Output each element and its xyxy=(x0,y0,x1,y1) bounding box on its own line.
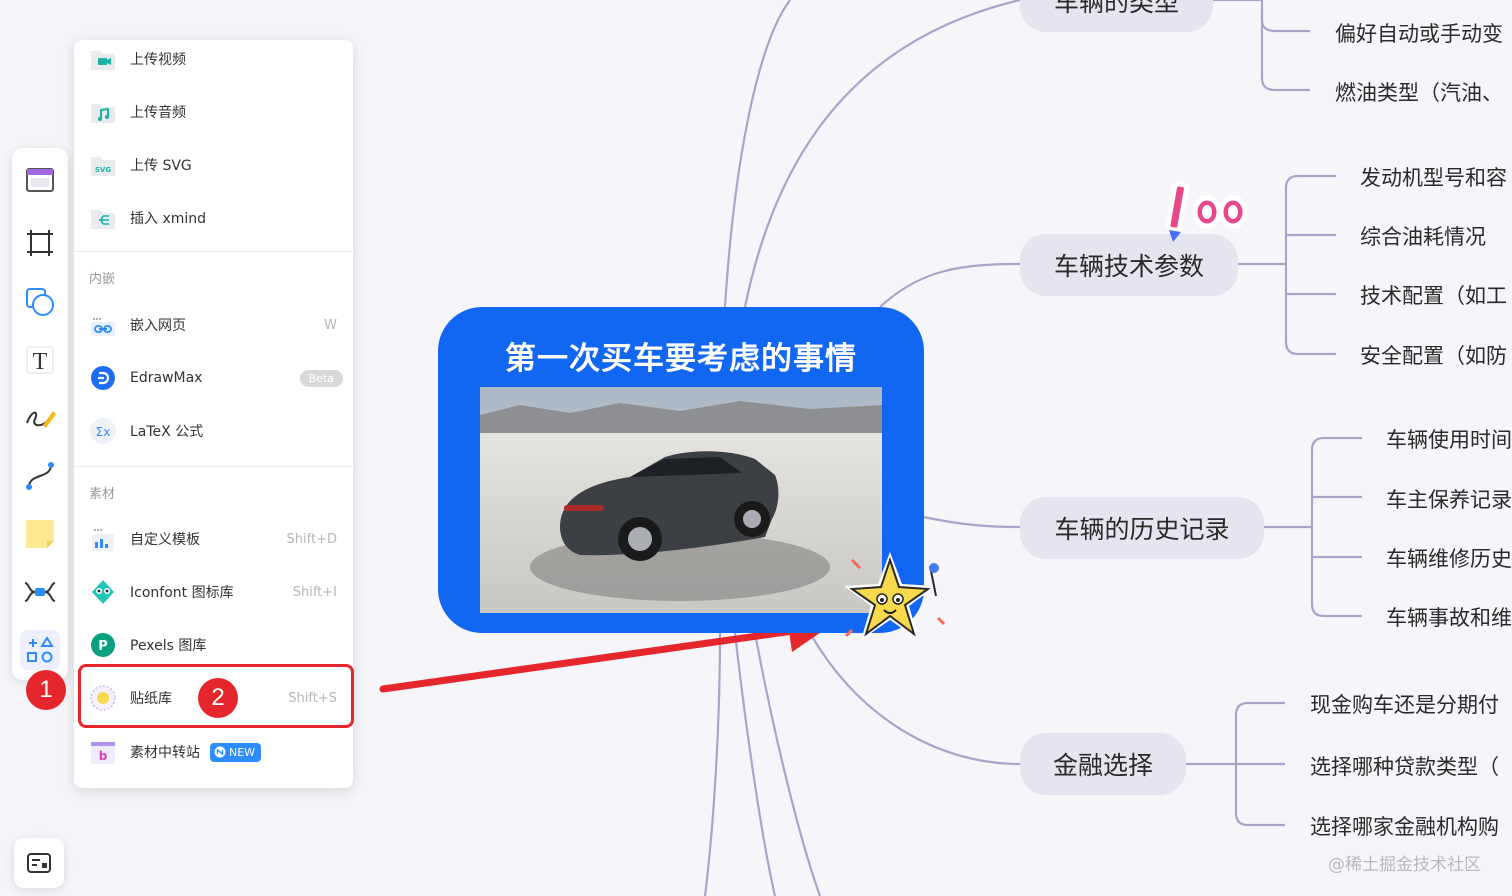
latex-icon-text: Σx xyxy=(96,425,111,439)
upload-svg-icon: SVG xyxy=(88,150,118,180)
topic-label: 金融选择 xyxy=(1052,751,1153,780)
template-icon xyxy=(88,524,118,554)
bottom-panel-button[interactable] xyxy=(14,838,64,888)
car-photo xyxy=(480,387,882,613)
subtopic[interactable]: 车主保养记录 xyxy=(1386,484,1512,514)
step-1-badge: 1 xyxy=(26,670,66,710)
menu-item-shortcut: W xyxy=(324,317,337,333)
subtopic[interactable]: 现金购车还是分期付 xyxy=(1310,689,1499,719)
menu-item-latex[interactable]: Σx LaTeX 公式 xyxy=(82,408,345,454)
step-2-badge: 2 xyxy=(198,678,238,718)
sticker-100-pencil[interactable] xyxy=(1163,178,1249,244)
menu-item-upload-audio[interactable]: 上传音频 xyxy=(82,89,345,135)
subtopic[interactable]: 车辆使用时间 xyxy=(1386,424,1512,454)
left-toolbar: T xyxy=(12,148,68,680)
sticky-note-icon[interactable] xyxy=(20,514,60,554)
menu-item-label: 插入 xmind xyxy=(130,211,207,227)
map-panel-icon xyxy=(27,853,51,873)
menu-item-label: 上传音频 xyxy=(130,105,186,121)
subtopic[interactable]: 安全配置（如防 xyxy=(1360,340,1507,370)
crop-frame-icon[interactable] xyxy=(20,223,60,263)
topic-label: 车辆的类型 xyxy=(1053,0,1179,17)
menu-item-label: Iconfont 图标库 xyxy=(130,585,234,601)
more-widgets-icon[interactable] xyxy=(20,630,60,670)
beta-badge: Beta xyxy=(299,369,343,387)
subtopic[interactable]: 燃油类型（汽油、 xyxy=(1335,77,1503,107)
menu-item-label: 上传视频 xyxy=(130,52,186,68)
text-icon[interactable]: T xyxy=(20,340,60,380)
menu-item-label: LaTeX 公式 xyxy=(130,424,204,440)
link-icon xyxy=(88,310,118,340)
material-transfer-icon: b xyxy=(88,737,118,767)
transfer-icon-text: b xyxy=(99,749,108,763)
frame-icon[interactable] xyxy=(20,160,60,200)
menu-item-custom-template[interactable]: 自定义模板 Shift+D xyxy=(82,516,345,562)
upload-video-icon xyxy=(88,44,118,74)
menu-separator xyxy=(74,466,353,467)
subtopic[interactable]: 选择哪家金融机构购 xyxy=(1310,811,1499,841)
central-topic-title: 第一次买车要考虑的事情 xyxy=(505,341,857,377)
subtopic[interactable]: 选择哪种贷款类型（ xyxy=(1310,751,1499,781)
subtopic[interactable]: 综合油耗情况 xyxy=(1360,221,1486,251)
menu-section-embed: 内嵌 xyxy=(89,272,116,287)
connector-icon[interactable] xyxy=(20,456,60,496)
subtopic[interactable]: 车辆事故和维 xyxy=(1386,602,1512,632)
topic-history-record[interactable]: 车辆的历史记录 xyxy=(1020,497,1264,559)
menu-item-label: 上传 SVG xyxy=(130,158,192,174)
menu-item-label: 素材中转站 xyxy=(130,745,200,761)
topic-label: 车辆的历史记录 xyxy=(1054,515,1230,544)
svg-icon-text: SVG xyxy=(95,166,111,174)
subtopic[interactable]: 偏好自动或手动变 xyxy=(1335,18,1503,48)
edrawmax-icon xyxy=(88,363,118,393)
subtopic[interactable]: 技术配置（如工 xyxy=(1360,280,1507,310)
pexels-icon-text: P xyxy=(98,639,108,654)
menu-item-material-transfer[interactable]: b 素材中转站 NEW xyxy=(82,729,345,775)
mindmap-icon[interactable] xyxy=(20,572,60,612)
topic-label: 车辆技术参数 xyxy=(1053,252,1204,281)
menu-item-label: Pexels 图库 xyxy=(130,638,207,654)
new-badge: NEW xyxy=(210,742,262,762)
menu-item-iconfont[interactable]: Iconfont 图标库 Shift+I xyxy=(82,569,345,615)
topic-vehicle-type[interactable]: 车辆的类型 xyxy=(1020,0,1213,32)
menu-item-label: EdrawMax xyxy=(130,370,203,386)
shape-icon[interactable] xyxy=(20,282,60,322)
upload-audio-icon xyxy=(88,97,118,127)
iconfont-icon xyxy=(88,577,118,607)
pen-icon[interactable] xyxy=(20,398,60,438)
insert-xmind-icon xyxy=(88,203,118,233)
pexels-icon: P xyxy=(88,630,118,660)
sticker-star-mascot[interactable] xyxy=(838,546,948,654)
menu-separator xyxy=(74,251,353,252)
watermark: @稀土掘金技术社区 xyxy=(1328,855,1481,875)
topic-finance-options[interactable]: 金融选择 xyxy=(1020,733,1186,795)
menu-item-label: 嵌入网页 xyxy=(130,318,186,334)
menu-item-label: 自定义模板 xyxy=(130,532,200,548)
menu-item-edrawmax[interactable]: EdrawMax Beta xyxy=(82,355,345,401)
menu-item-shortcut: Shift+I xyxy=(292,584,337,600)
latex-formula-icon: Σx xyxy=(88,416,118,446)
menu-item-insert-xmind[interactable]: 插入 xmind xyxy=(82,195,345,241)
menu-section-material: 素材 xyxy=(89,487,116,502)
subtopic[interactable]: 发动机型号和容 xyxy=(1360,162,1507,192)
menu-item-upload-svg[interactable]: SVG 上传 SVG xyxy=(82,142,345,188)
subtopic[interactable]: 车辆维修历史 xyxy=(1386,543,1512,573)
menu-item-shortcut: Shift+D xyxy=(286,531,337,547)
new-badge-icon xyxy=(214,746,226,758)
menu-item-pexels[interactable]: P Pexels 图库 xyxy=(82,622,345,668)
menu-item-upload-video[interactable]: 上传视频 xyxy=(82,36,345,82)
text-tool-glyph: T xyxy=(33,349,48,375)
menu-item-embed-webpage[interactable]: 嵌入网页 W xyxy=(82,302,345,348)
new-badge-label: NEW xyxy=(229,745,256,759)
